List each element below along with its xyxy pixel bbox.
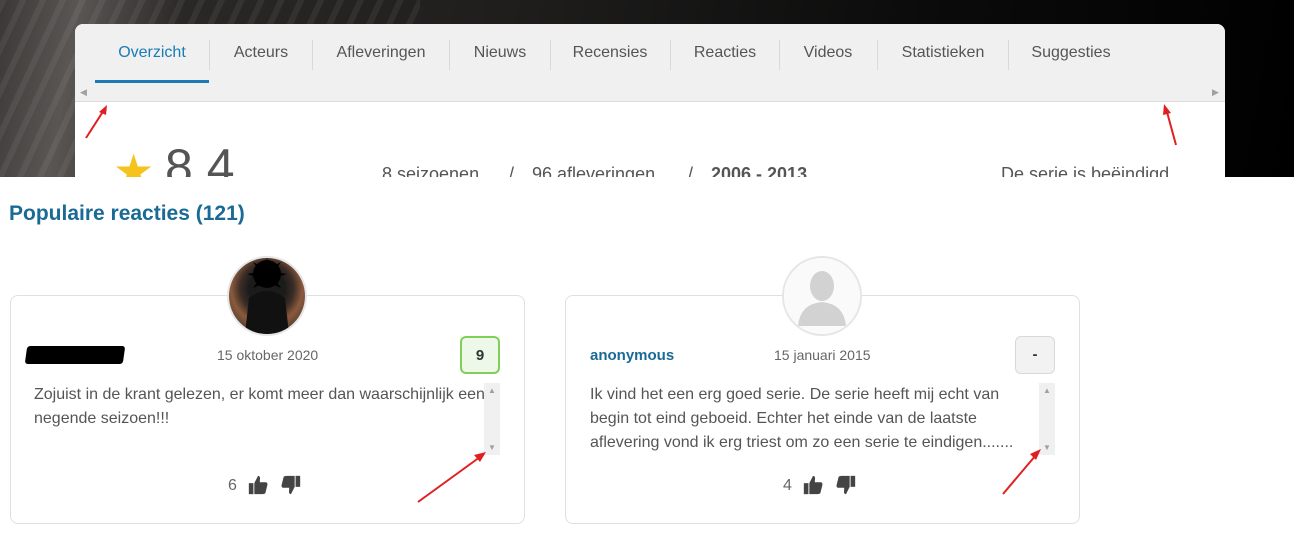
avatar[interactable] [227,256,307,336]
active-tab-indicator [95,80,209,83]
default-user-icon [784,258,860,334]
scroll-right-icon[interactable]: ▶ [1212,87,1219,98]
thumbs-down-icon[interactable] [835,474,857,496]
tab-acteurs[interactable]: Acteurs [210,24,312,84]
annotation-arrow-icon [417,452,486,503]
section-title: Populaire reacties (121) [9,202,245,225]
tab-nieuws[interactable]: Nieuws [450,24,550,84]
score-badge: - [1015,336,1055,374]
redacted-username [24,346,126,364]
series-status: De serie is beëindigd [1001,164,1170,177]
tab-recensies[interactable]: Recensies [551,24,669,84]
tab-reacties[interactable]: Reacties [671,24,779,84]
annotation-arrow-icon [1163,104,1177,146]
tab-bar: Overzicht Acteurs Afleveringen Nieuws Re… [75,24,1225,102]
series-panel: Overzicht Acteurs Afleveringen Nieuws Re… [75,24,1225,177]
tab-statistieken[interactable]: Statistieken [878,24,1008,84]
tab-suggesties[interactable]: Suggesties [1009,24,1133,84]
reaction-text: Ik vind het een erg goed serie. De serie… [590,386,1014,451]
avatar[interactable] [782,256,862,336]
hero-banner: Overzicht Acteurs Afleveringen Nieuws Re… [0,0,1294,177]
tab-videos[interactable]: Videos [780,24,876,84]
comment-scrollbar[interactable]: ▲ ▼ [484,383,500,455]
scroll-up-icon[interactable]: ▲ [488,386,496,395]
year-range: 2006 - 2013 [711,164,808,177]
series-rating: 8.4 [165,139,235,177]
tab-afleveringen[interactable]: Afleveringen [313,24,449,84]
redacted-avatar-icon [245,258,289,334]
thumbs-up-icon[interactable] [802,474,824,496]
reaction-username[interactable]: anonymous [590,347,674,364]
stats-separator: / [509,164,515,177]
episode-count: 96 afleveringen [532,164,656,177]
comment-scrollbar[interactable]: ▲ ▼ [1039,383,1055,455]
reaction-date: 15 oktober 2020 [217,347,319,363]
tab-overzicht[interactable]: Overzicht [95,24,209,84]
stats-separator: / [688,164,694,177]
scroll-up-icon[interactable]: ▲ [1043,386,1051,395]
thumbs-down-icon[interactable] [280,474,302,496]
scroll-left-icon[interactable]: ◀ [80,87,87,98]
reaction-date: 15 januari 2015 [774,347,871,363]
annotation-arrow-icon [1002,449,1041,495]
reaction-text: Zojuist in de krant gelezen, er komt mee… [34,386,485,427]
like-count: 6 [228,477,237,494]
thumbs-up-icon[interactable] [247,474,269,496]
season-count: 8 seizoenen [382,164,480,177]
annotation-arrow-icon [85,105,107,139]
tab-horizontal-scrollbar[interactable]: ◀ ▶ [75,84,1225,102]
star-icon: ★ [113,145,155,177]
like-count: 4 [783,477,792,494]
score-badge: 9 [460,336,500,374]
